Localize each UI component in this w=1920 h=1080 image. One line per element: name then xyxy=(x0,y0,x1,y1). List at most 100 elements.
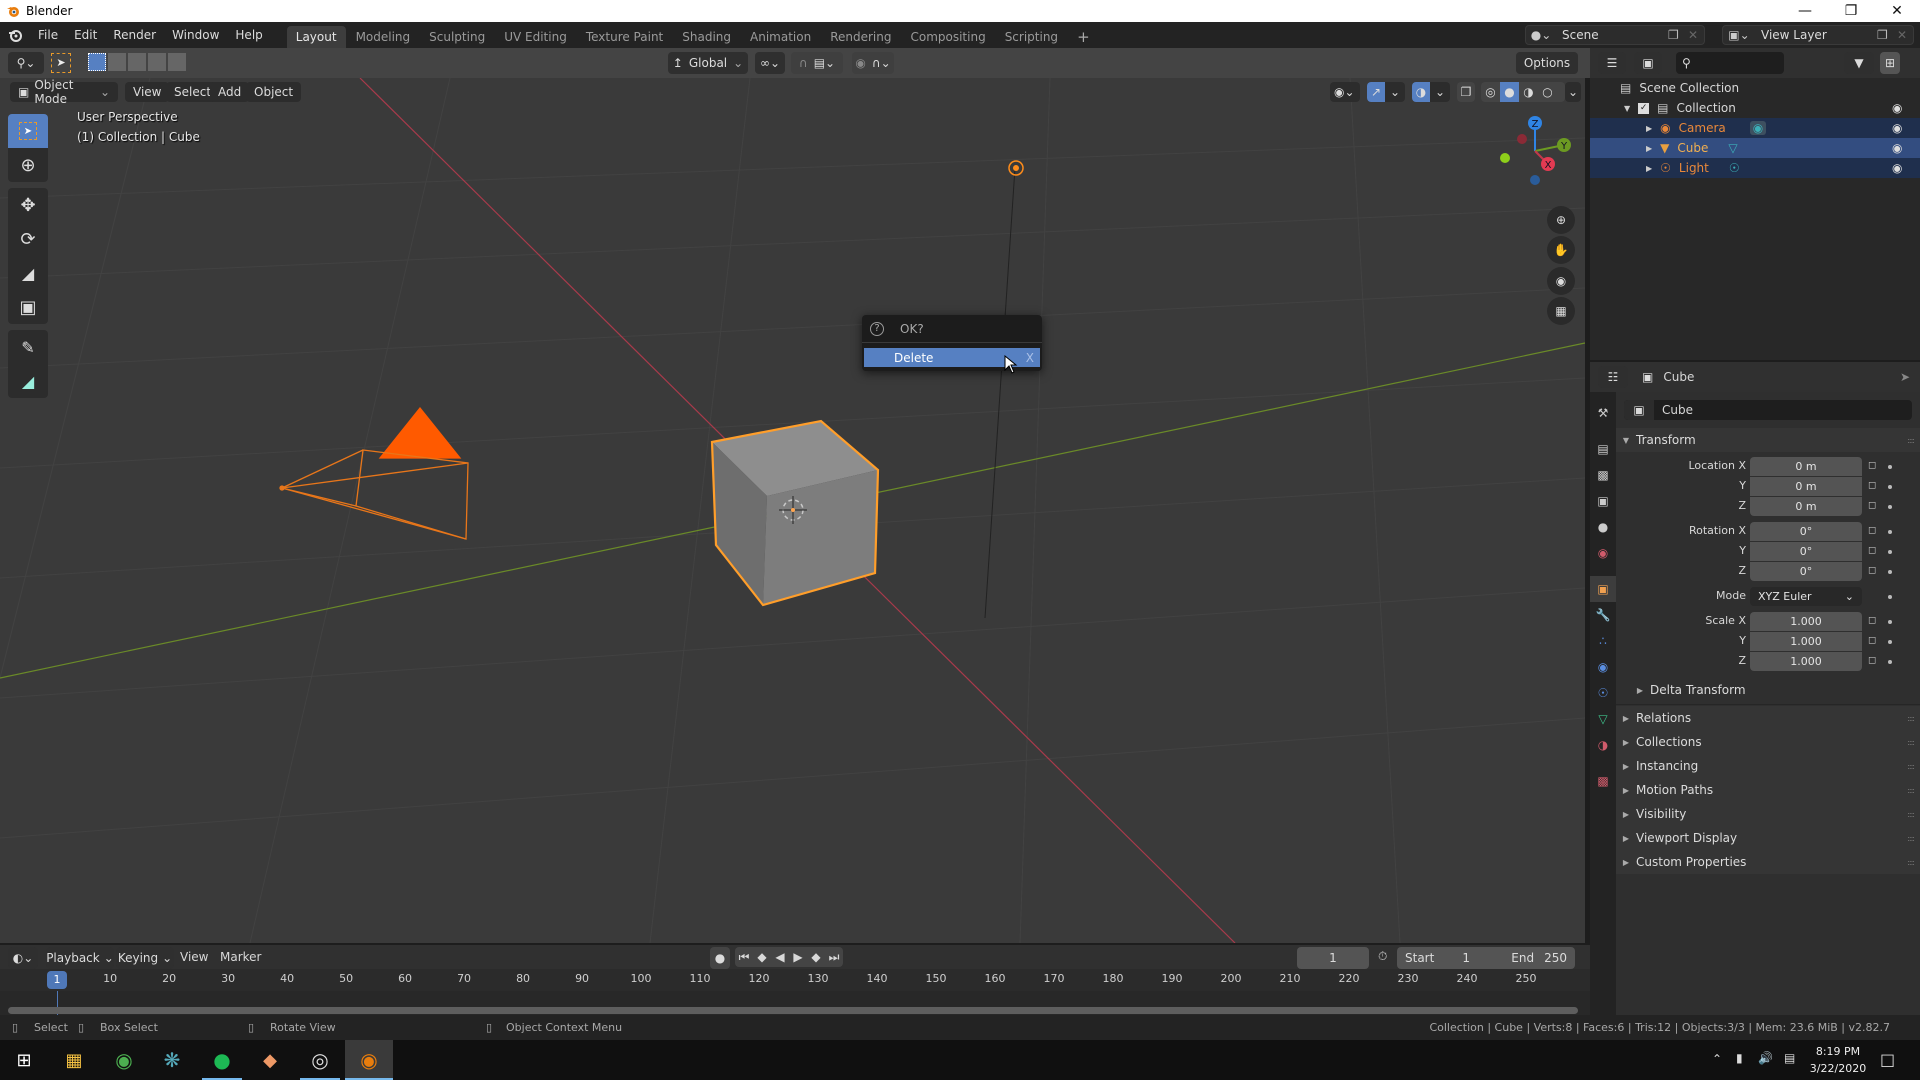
tool-cursor[interactable]: ⊕ xyxy=(8,148,48,182)
tab-material[interactable]: ◑ xyxy=(1590,732,1616,758)
tab-texture[interactable]: ▩ xyxy=(1590,768,1616,794)
taskbar-chrome[interactable]: ◉ xyxy=(100,1040,148,1080)
view-layer-name[interactable]: View Layer xyxy=(1755,28,1877,42)
tab-data[interactable]: ▽ xyxy=(1590,706,1616,732)
eye-icon[interactable]: ◉ xyxy=(1892,122,1906,134)
tool-scale[interactable]: ◢ xyxy=(8,256,48,290)
scale-z-field[interactable]: 1.000 xyxy=(1750,652,1862,671)
prev-keyframe-icon[interactable]: ◆ xyxy=(753,947,771,967)
outliner-scene-collection[interactable]: ▤ Scene Collection xyxy=(1590,78,1920,98)
eye-icon[interactable]: ◉ xyxy=(1892,102,1906,114)
panel-relations[interactable]: ▶ Relations:::: xyxy=(1616,706,1920,730)
tab-uv-editing[interactable]: UV Editing xyxy=(495,26,576,48)
filter-dropdown[interactable]: ▼ xyxy=(1844,52,1874,74)
blender-menu-button[interactable] xyxy=(0,28,30,42)
keying-menu[interactable]: Keying ⌄ xyxy=(116,947,174,969)
tool-measure[interactable]: ◢ xyxy=(8,364,48,398)
solid-shading-icon[interactable]: ● xyxy=(1500,82,1519,102)
panel-instancing[interactable]: ▶ Instancing:::: xyxy=(1616,754,1920,778)
current-frame-field[interactable]: 1 xyxy=(1297,947,1369,969)
network-icon[interactable]: ▤ xyxy=(1784,1051,1795,1065)
display-mode-dropdown[interactable]: ▣ xyxy=(1634,52,1662,74)
cube-object[interactable] xyxy=(710,419,880,607)
navigation-gizmo[interactable]: Z Y X xyxy=(1500,116,1571,185)
taskbar-blender[interactable]: ◉ xyxy=(345,1040,393,1080)
camera-view-button[interactable]: ◉ xyxy=(1547,267,1575,295)
pan-button[interactable]: ✋ xyxy=(1547,236,1575,264)
lock-icon[interactable]: ◻ xyxy=(1868,480,1880,492)
timeline-view-menu[interactable]: View xyxy=(180,950,208,964)
menu-edit[interactable]: Edit xyxy=(66,22,105,48)
clock[interactable]: 8:19 PM 3/22/2020 xyxy=(1808,1043,1868,1077)
timeline-marker-menu[interactable]: Marker xyxy=(220,950,261,964)
playback-menu[interactable]: Playback ⌄ xyxy=(46,947,114,969)
new-collection-button[interactable]: ⊞ xyxy=(1880,52,1900,74)
drag-grip-icon[interactable]: :::: xyxy=(1907,810,1915,819)
delete-view-layer-icon[interactable]: ✕ xyxy=(1897,28,1913,42)
tab-texture-paint[interactable]: Texture Paint xyxy=(577,26,672,48)
outliner-item-light[interactable]: ▶ ☉ Light ☉ ◉ xyxy=(1590,158,1920,178)
delete-scene-icon[interactable]: ✕ xyxy=(1688,28,1704,42)
location-y-field[interactable]: 0 m xyxy=(1750,477,1862,496)
tab-scene[interactable]: ● xyxy=(1590,514,1616,540)
light-data-icon[interactable]: ☉ xyxy=(1729,161,1740,175)
end-frame-field[interactable]: End 250 xyxy=(1511,951,1567,965)
tab-sculpting[interactable]: Sculpting xyxy=(420,26,494,48)
proportional-edit-toggle[interactable]: ◉ ∩⌄ xyxy=(852,52,894,74)
keyframe-dot[interactable] xyxy=(1888,530,1892,534)
location-x-field[interactable]: 0 m xyxy=(1750,457,1862,476)
eye-icon[interactable]: ◉ xyxy=(1892,142,1906,154)
tab-render[interactable]: ▤ xyxy=(1590,436,1616,462)
eye-icon[interactable]: ◉ xyxy=(1892,162,1906,174)
scale-y-field[interactable]: 1.000 xyxy=(1750,632,1862,651)
viewport-menu-add[interactable]: Add xyxy=(210,82,250,102)
taskbar-davinci-resolve[interactable]: ❋ xyxy=(148,1040,196,1080)
lock-icon[interactable]: ◻ xyxy=(1868,655,1880,667)
tab-rendering[interactable]: Rendering xyxy=(821,26,900,48)
start-button[interactable]: ⊞ xyxy=(0,1040,48,1080)
transform-orientation-dropdown[interactable]: ↥ Global ⌄ xyxy=(668,52,748,74)
keyframe-dot[interactable] xyxy=(1888,660,1892,664)
rotation-y-field[interactable]: 0° xyxy=(1750,542,1862,561)
record-button[interactable]: ● xyxy=(710,947,730,969)
overlay-toggle[interactable]: ◑ ⌄ xyxy=(1412,82,1450,102)
rendered-shading-icon[interactable]: ○ xyxy=(1538,85,1557,99)
tab-modifiers[interactable]: 🔧 xyxy=(1590,602,1616,628)
restore-button[interactable]: ❐ xyxy=(1828,0,1874,22)
jump-start-icon[interactable]: ⏮ xyxy=(735,947,753,967)
tab-animation[interactable]: Animation xyxy=(741,26,820,48)
viewport-menu-view[interactable]: View xyxy=(125,82,170,102)
taskbar-obs[interactable]: ◎ xyxy=(296,1040,344,1080)
mode-intersect-icon[interactable] xyxy=(168,53,186,71)
tool-select-box[interactable]: ➤ xyxy=(8,114,48,148)
wireframe-shading-icon[interactable]: ◎ xyxy=(1481,85,1500,99)
options-dropdown[interactable]: Options xyxy=(1516,52,1578,74)
jump-end-icon[interactable]: ⏭ xyxy=(825,947,843,967)
drag-grip-icon[interactable]: :::: xyxy=(1907,834,1915,843)
timeline-editor-type[interactable]: ◐⌄ xyxy=(8,947,38,969)
mesh-data-icon[interactable]: ▽ xyxy=(1728,141,1737,155)
volume-icon[interactable]: 🔊 xyxy=(1758,1051,1773,1065)
panel-viewport-display[interactable]: ▶ Viewport Display:::: xyxy=(1616,826,1920,850)
panel-transform[interactable]: ▼ Transform :::: xyxy=(1616,428,1920,452)
location-z-field[interactable]: 0 m xyxy=(1750,497,1862,516)
expand-arrow-icon[interactable]: ▼ xyxy=(1624,104,1630,113)
lock-icon[interactable]: ◻ xyxy=(1868,500,1880,512)
exclude-checkbox[interactable]: ✓ xyxy=(1638,102,1650,114)
scene-name[interactable]: Scene xyxy=(1556,28,1668,42)
add-workspace-button[interactable]: + xyxy=(1068,26,1099,48)
keyframe-dot[interactable] xyxy=(1888,620,1892,624)
drag-grip-icon[interactable]: :::: xyxy=(1907,858,1915,867)
select-tool-indicator[interactable]: ➤ xyxy=(51,53,71,73)
menu-help[interactable]: Help xyxy=(227,22,270,48)
expand-arrow-icon[interactable]: ▶ xyxy=(1646,164,1652,173)
tab-layout[interactable]: Layout xyxy=(286,26,346,48)
panel-visibility[interactable]: ▶ Visibility:::: xyxy=(1616,802,1920,826)
tab-scripting[interactable]: Scripting xyxy=(996,26,1067,48)
object-mode-dropdown[interactable]: ▣ Object Mode ⌄ xyxy=(10,78,118,106)
new-scene-icon[interactable]: ❐ xyxy=(1668,28,1688,42)
rotation-z-field[interactable]: 0° xyxy=(1750,562,1862,581)
new-view-layer-icon[interactable]: ❐ xyxy=(1877,28,1897,42)
taskbar-spotify[interactable]: ● xyxy=(198,1040,246,1080)
stopwatch-icon[interactable]: ⏱ xyxy=(1378,949,1387,964)
